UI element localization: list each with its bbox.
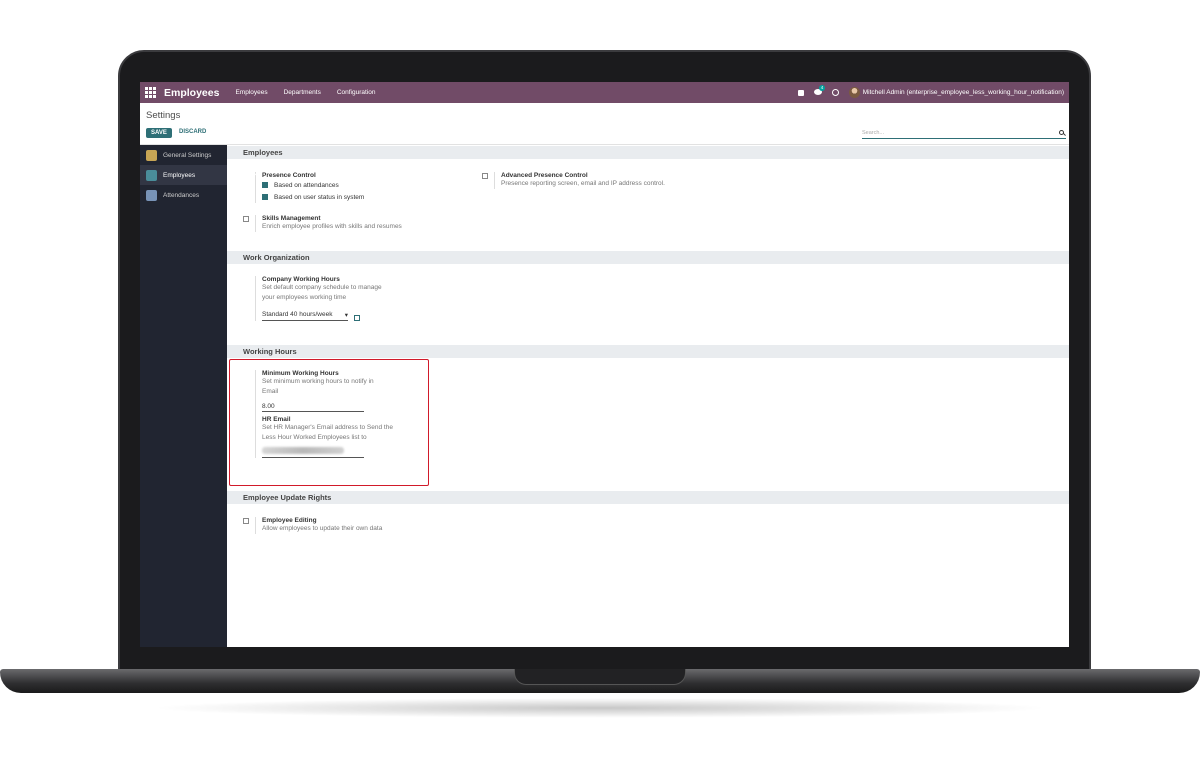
- presence-control-body: Presence Control Based on attendances Ba…: [255, 172, 364, 203]
- employee-editing-body: Employee Editing Allow employees to upda…: [255, 517, 382, 534]
- section-employee-update-rights-title: Employee Update Rights: [227, 491, 1069, 504]
- company-working-hours-desc-2: your employees working time: [262, 294, 347, 301]
- section-work-organization-title: Work Organization: [227, 251, 1069, 264]
- sidebar-item-attendances[interactable]: Attendances: [140, 185, 227, 205]
- attendances-icon: [146, 189, 157, 201]
- chat-count-badge: 4: [818, 84, 826, 91]
- presence-control-label: Presence Control: [262, 172, 316, 179]
- activity-clock-icon[interactable]: [831, 89, 839, 96]
- employee-editing-label: Employee Editing: [262, 517, 317, 524]
- avatar: [848, 87, 860, 98]
- search-input[interactable]: Search...: [862, 127, 1066, 139]
- external-link-icon[interactable]: [354, 315, 360, 321]
- company-working-hours-desc-1: Set default company schedule to manage: [262, 284, 382, 291]
- gift-icon[interactable]: [797, 89, 804, 96]
- skills-management-body: Skills Management Enrich employee profil…: [255, 215, 402, 232]
- user-name: Mitchell Admin (enterprise_employee_less…: [862, 89, 1064, 96]
- user-status-checkbox[interactable]: [262, 194, 268, 200]
- working-hours-select-value: Standard 40 hours/week: [262, 311, 333, 318]
- save-button[interactable]: SAVE: [146, 128, 172, 138]
- employee-editing-checkbox[interactable]: [243, 518, 249, 524]
- top-navbar: Employees Employees Departments Configur…: [140, 82, 1069, 103]
- section-working-hours-title: Working Hours: [227, 345, 1069, 358]
- general-settings-icon: [146, 149, 157, 161]
- nav-configuration[interactable]: Configuration: [337, 89, 376, 96]
- presence-option-attendances[interactable]: Based on attendances: [262, 179, 364, 191]
- search-placeholder: Search...: [862, 129, 885, 136]
- working-hours-select-row: Standard 40 hours/week ▾: [262, 303, 382, 321]
- sidebar-item-general-settings[interactable]: General Settings: [140, 145, 227, 165]
- sidebar-item-employees[interactable]: Employees: [140, 165, 227, 185]
- highlight-box: [229, 359, 429, 486]
- setting-employee-editing: Employee Editing Allow employees to upda…: [255, 517, 382, 534]
- chat-menu[interactable]: 4: [813, 84, 826, 97]
- working-hours-select[interactable]: Standard 40 hours/week ▾: [262, 311, 348, 321]
- laptop-shadow: [150, 698, 1050, 718]
- settings-sidebar: General Settings Employees Attendances: [140, 145, 227, 647]
- setting-advanced-presence: Advanced Presence Control Presence repor…: [494, 172, 665, 189]
- sidebar-item-label: General Settings: [163, 151, 212, 159]
- settings-content: Employees Presence Control Based on atte…: [227, 145, 1069, 647]
- employee-editing-desc: Allow employees to update their own data: [262, 525, 383, 532]
- nav-employees[interactable]: Employees: [235, 89, 267, 96]
- device-mockup: Employees Employees Departments Configur…: [0, 0, 1200, 766]
- user-menu[interactable]: Mitchell Admin (enterprise_employee_less…: [848, 87, 1064, 98]
- sidebar-item-label: Attendances: [163, 191, 200, 199]
- discard-button[interactable]: DISCARD: [179, 129, 206, 135]
- advanced-presence-body: Advanced Presence Control Presence repor…: [494, 172, 665, 189]
- company-working-hours-body: Company Working Hours Set default compan…: [255, 276, 382, 321]
- chevron-down-icon: ▾: [344, 312, 348, 319]
- sidebar-item-label: Employees: [163, 171, 196, 179]
- apps-menu-icon[interactable]: [145, 87, 156, 98]
- topbar-systray: 4 Mitchell Admin (enterprise_employee_le…: [797, 84, 1064, 98]
- employees-icon: [146, 169, 157, 181]
- advanced-presence-checkbox[interactable]: [482, 173, 488, 179]
- nav-departments[interactable]: Departments: [284, 89, 321, 96]
- advanced-presence-label: Advanced Presence Control: [501, 172, 588, 179]
- setting-presence-control: Presence Control Based on attendances Ba…: [255, 172, 364, 203]
- page-title: Settings: [146, 110, 181, 121]
- app-screen: Employees Employees Departments Configur…: [140, 82, 1069, 647]
- skills-management-label: Skills Management: [262, 215, 321, 222]
- attendances-option-label: Based on attendances: [274, 181, 339, 189]
- app-brand[interactable]: Employees: [164, 87, 219, 99]
- company-working-hours-label: Company Working Hours: [262, 276, 340, 283]
- section-employees-title: Employees: [227, 146, 1069, 159]
- presence-option-user-status[interactable]: Based on user status in system: [262, 191, 364, 203]
- skills-management-checkbox[interactable]: [243, 216, 249, 222]
- control-panel: Settings SAVE DISCARD Search...: [140, 103, 1069, 145]
- user-status-option-label: Based on user status in system: [274, 193, 365, 201]
- laptop-notch: [514, 669, 686, 685]
- attendances-checkbox[interactable]: [262, 182, 268, 188]
- setting-company-working-hours: Company Working Hours Set default compan…: [255, 276, 382, 321]
- setting-skills-management: Skills Management Enrich employee profil…: [255, 215, 402, 232]
- skills-management-desc: Enrich employee profiles with skills and…: [262, 223, 402, 230]
- advanced-presence-desc: Presence reporting screen, email and IP …: [501, 180, 665, 187]
- search-icon[interactable]: [1059, 130, 1064, 135]
